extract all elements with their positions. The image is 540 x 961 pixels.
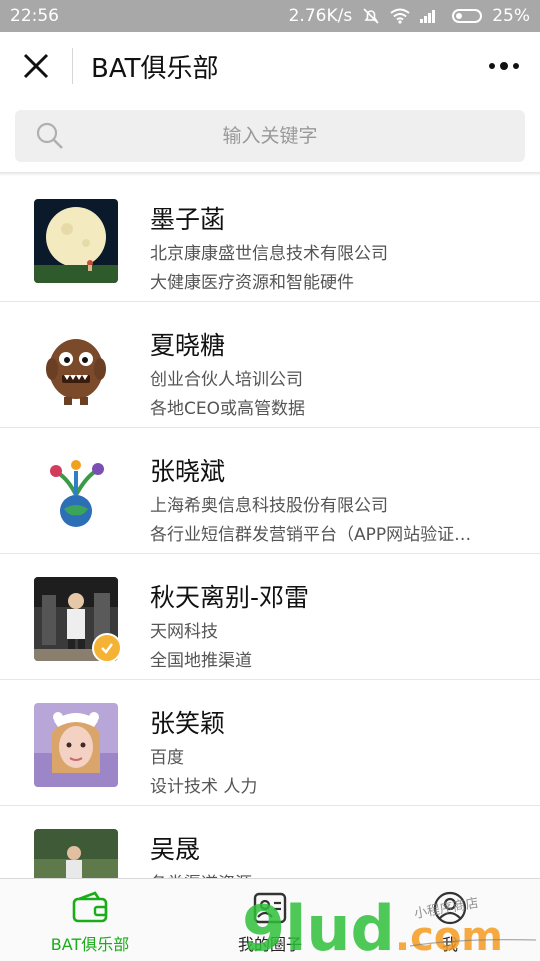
member-list: 墨子菡 北京康康盛世信息技术有限公司 大健康医疗资源和智能硬件 夏晓糖 创业合伙… [0,176,540,932]
member-name: 夏晓糖 [150,331,226,360]
tab-bat-club[interactable]: BAT俱乐部 [0,879,180,961]
member-name: 秋天离别-邓雷 [150,583,310,612]
signal-icon [420,8,442,24]
list-item[interactable]: 墨子菡 北京康康盛世信息技术有限公司 大健康医疗资源和智能硬件 [0,176,540,302]
member-name: 张晓斌 [150,457,226,486]
list-item[interactable]: 夏晓糖 创业合伙人培训公司 各地CEO或高管数据 [0,302,540,428]
brown-monster-avatar [34,325,118,409]
list-item[interactable]: 张晓斌 上海希奥信息科技股份有限公司 各行业短信群发营销平台（APP网站验证… [0,428,540,554]
search-area [0,100,540,172]
list-item[interactable]: 秋天离别-邓雷 天网科技 全国地推渠道 [0,554,540,680]
wifi-icon [390,8,410,24]
moon-night-avatar [34,199,118,283]
member-company: 北京康康盛世信息技术有限公司 [150,244,388,264]
member-resource: 大健康医疗资源和智能硬件 [150,273,354,293]
member-company: 天网科技 [150,622,218,642]
list-item[interactable]: 张笑颖 百度 设计技术 人力 [0,680,540,806]
tab-label: BAT俱乐部 [50,935,130,954]
battery-percent: 25% [492,6,530,26]
tab-me[interactable]: 我 [360,879,540,961]
tab-my-circle[interactable]: 我的圈子 [180,879,360,961]
globe-flower-avatar [34,451,118,535]
nav-bar: BAT俱乐部 [0,32,540,100]
battery-icon [452,9,483,23]
member-resource: 各地CEO或高管数据 [150,399,305,419]
member-name: 张笑颖 [150,709,226,738]
tab-label: 我的圈子 [237,935,302,954]
status-bar: 22:56 2.76K/s 25% [0,0,540,32]
more-dot [513,63,519,69]
member-resource: 各行业短信群发营销平台（APP网站验证… [150,525,472,545]
girl-selfie-avatar [34,703,118,787]
member-name: 吴晟 [150,835,201,864]
mute-bell-icon [362,7,380,25]
status-right: 2.76K/s 25% [289,6,530,26]
page-title: BAT俱乐部 [91,53,219,84]
person-icon [433,891,467,925]
search-input[interactable] [15,109,525,163]
member-company: 上海希奥信息科技股份有限公司 [150,496,388,516]
verified-badge-icon [92,633,122,663]
more-dot [489,63,495,69]
tab-label: 我 [441,935,458,954]
more-dot [500,62,508,70]
more-button[interactable] [468,32,540,100]
contact-card-icon [253,892,287,924]
close-icon [23,53,49,79]
member-resource: 设计技术 人力 [150,777,258,797]
member-name: 墨子菡 [150,205,226,234]
search-box[interactable] [15,109,525,163]
network-speed: 2.76K/s [288,6,353,26]
member-resource: 全国地推渠道 [150,651,252,671]
member-company: 创业合伙人培训公司 [150,370,303,390]
tab-bar: BAT俱乐部 我的圈子 我 [0,878,540,961]
member-company: 百度 [150,748,184,768]
search-icon [35,121,65,155]
wallet-icon [72,891,108,923]
close-button[interactable] [0,32,72,100]
status-time: 22:56 [10,6,59,26]
nav-divider [72,48,73,84]
